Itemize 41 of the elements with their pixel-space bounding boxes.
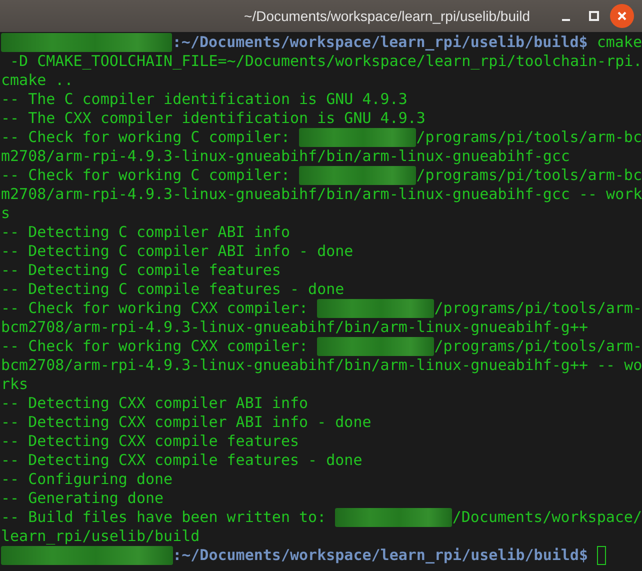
output-text: bcm2708/arm-rpi-4.9.3-linux-gnueabihf/bin/arm-linux-gnueabihf-g++	[1, 318, 588, 337]
output-text: -- Detecting C compile features - done	[1, 280, 344, 299]
output-text: /programs/pi/tools/arm-bc	[416, 166, 642, 185]
output-text: /programs/pi/tools/arm-	[434, 299, 642, 318]
close-icon	[617, 11, 627, 21]
minimize-icon	[562, 19, 570, 21]
output-text: -- Detecting C compile features	[1, 261, 281, 280]
output-text: cmake ..	[1, 71, 74, 90]
output-text: -- Detecting C compiler ABI info	[1, 223, 290, 242]
output-text: rks	[1, 375, 28, 394]
output-text: -- Generating done	[1, 489, 164, 508]
prompt-path: :~/Documents/workspace/learn_rpi/uselib/build$	[172, 33, 589, 52]
output-text: -- Detecting CXX compiler ABI info - done	[1, 413, 372, 432]
output-text: -- Check for working CXX compiler:	[1, 299, 310, 318]
window-title: ~/Documents/workspace/learn_rpi/uselib/build	[244, 6, 530, 26]
output-text: -- The CXX compiler identification is GNU 4.9.3	[1, 109, 426, 128]
output-text: -- The C compiler identification is GNU 4.9.3	[1, 90, 408, 109]
output-text: cmake	[596, 33, 642, 52]
prompt-path: :~/Documents/workspace/learn_rpi/uselib/build$	[172, 546, 589, 565]
output-text: -- Configuring done	[1, 470, 173, 489]
output-text: -- Check for working C compiler:	[1, 166, 291, 185]
output-text: -- Detecting CXX compile features - done	[1, 451, 362, 470]
output-text: /programs/pi/tools/arm-	[434, 337, 642, 356]
maximize-icon	[589, 11, 599, 21]
terminal-area[interactable]	[0, 32, 642, 565]
output-text: -- Detecting CXX compiler ABI info	[1, 394, 308, 413]
output-text: -- Build files have been written to:	[1, 508, 328, 527]
output-text: -- Check for working C compiler:	[1, 128, 291, 147]
output-text: -- Detecting CXX compile features	[1, 432, 300, 451]
output-text: m2708/arm-rpi-4.9.3-linux-gnueabihf/bin/arm-linux-gnueabihf-gcc	[1, 147, 570, 166]
output-text: bcm2708/arm-rpi-4.9.3-linux-gnueabihf/bin/arm-linux-gnueabihf-g++ -- wo	[1, 356, 642, 375]
output-text: /Documents/workspace/	[452, 508, 642, 527]
output-text: m2708/arm-rpi-4.9.3-linux-gnueabihf/bin/arm-linux-gnueabihf-gcc -- work	[1, 185, 642, 204]
output-text: s	[1, 204, 10, 223]
text-cursor	[597, 546, 606, 565]
close-button[interactable]	[610, 4, 634, 28]
output-text: learn_rpi/uselib/build	[1, 527, 200, 546]
output-text: -D CMAKE_TOOLCHAIN_FILE=~/Documents/workspace/learn_rpi/toolchain-rpi.	[9, 52, 642, 71]
output-text: -- Detecting C compiler ABI info - done	[1, 242, 354, 261]
output-text: /programs/pi/tools/arm-bc	[416, 128, 642, 147]
output-text: -- Check for working CXX compiler:	[1, 337, 310, 356]
